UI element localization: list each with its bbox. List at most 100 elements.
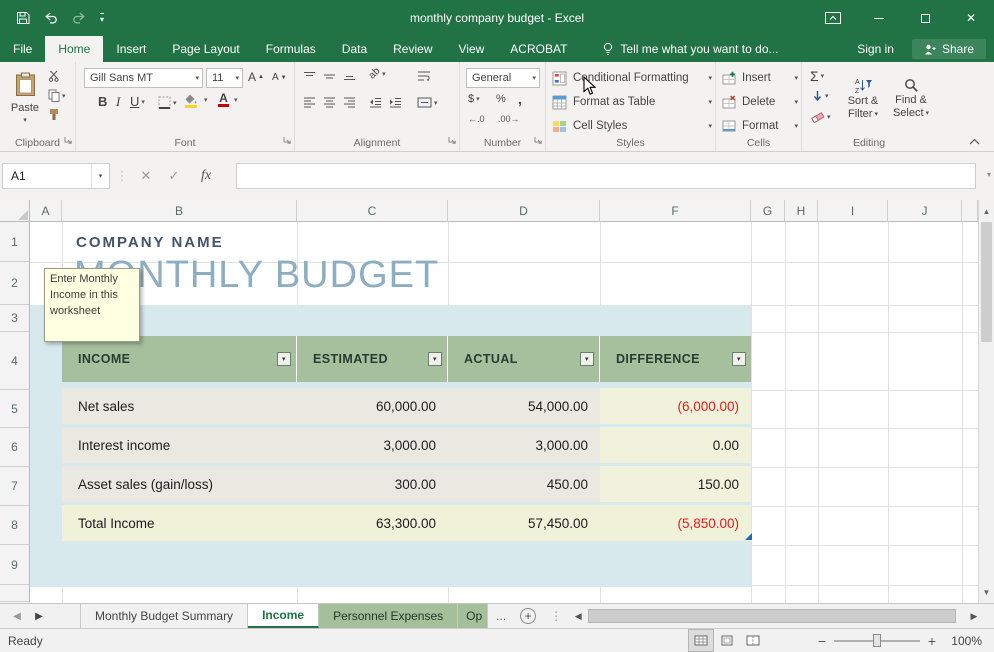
column-header-g[interactable]: G — [751, 200, 785, 222]
cell-difference[interactable]: 0.00 — [600, 427, 751, 463]
increase-decimal-button[interactable]: ←.0 — [468, 114, 485, 124]
cell-estimated[interactable]: 300.00 — [297, 466, 448, 502]
maximize-icon[interactable] — [902, 0, 948, 36]
align-center-button[interactable] — [323, 96, 336, 109]
sheet-tabs-overflow[interactable]: ... — [488, 604, 514, 628]
accounting-format-button[interactable]: $ ▾ — [468, 93, 480, 105]
font-color-button[interactable]: A — [218, 93, 229, 107]
column-header-b[interactable]: B — [62, 200, 297, 222]
name-box-dropdown-icon[interactable]: ▾ — [91, 164, 109, 188]
normal-view-button[interactable] — [688, 629, 714, 652]
merge-center-button[interactable]: ▾ — [417, 96, 438, 109]
orientation-button[interactable]: ab ▾ — [369, 68, 386, 79]
tab-page-layout[interactable]: Page Layout — [159, 36, 252, 62]
cell-actual[interactable]: 3,000.00 — [448, 427, 600, 463]
scroll-up-icon[interactable]: ▲ — [979, 202, 994, 220]
table-header-difference[interactable]: DIFFERENCE ▾ — [600, 336, 751, 382]
cell-row-label[interactable]: Asset sales (gain/loss) — [62, 466, 297, 502]
tab-review[interactable]: Review — [380, 36, 445, 62]
borders-button[interactable]: ▾ — [158, 96, 177, 109]
cell-estimated[interactable]: 60,000.00 — [297, 388, 448, 424]
select-all-corner[interactable] — [0, 200, 30, 222]
clear-button[interactable]: ▾ — [811, 111, 831, 123]
page-break-view-button[interactable] — [740, 629, 766, 652]
enter-button[interactable]: ✓ — [162, 163, 186, 189]
cell-difference[interactable]: 150.00 — [600, 466, 751, 502]
font-size-combo[interactable]: 11 ▾ — [206, 68, 243, 88]
cancel-button[interactable]: ✕ — [134, 163, 158, 189]
sheet-tab-op-truncated[interactable]: Op — [458, 604, 488, 628]
close-icon[interactable]: ✕ — [948, 0, 994, 36]
cell-actual[interactable]: 54,000.00 — [448, 388, 600, 424]
sheet-canvas[interactable]: COMPANY NAME MONTHLY BUDGET Enter Monthl… — [30, 222, 978, 603]
italic-button[interactable]: I — [116, 94, 120, 110]
scroll-left-icon[interactable]: ◀ — [570, 604, 586, 628]
cell-estimated[interactable]: 3,000.00 — [297, 427, 448, 463]
cell-actual[interactable]: 450.00 — [448, 466, 600, 502]
column-header-f[interactable]: F — [600, 200, 751, 222]
insert-cells-button[interactable]: Insert ▾ — [722, 67, 798, 89]
sign-in-link[interactable]: Sign in — [843, 42, 908, 56]
tab-data[interactable]: Data — [329, 36, 380, 62]
column-header-a[interactable]: A — [30, 200, 62, 222]
font-dialog-launcher-icon[interactable] — [282, 135, 292, 148]
increase-indent-button[interactable] — [389, 96, 402, 109]
tell-me-box[interactable]: Tell me what you want to do... — [602, 36, 778, 62]
decrease-decimal-button[interactable]: .00→ — [498, 114, 520, 124]
column-header-c[interactable]: C — [297, 200, 448, 222]
font-color-dropdown-icon[interactable]: ▾ — [234, 96, 238, 104]
table-header-actual[interactable]: ACTUAL ▾ — [448, 336, 600, 382]
percent-style-button[interactable]: % — [496, 93, 506, 105]
column-header-i[interactable]: I — [818, 200, 888, 222]
vertical-scrollbar[interactable]: ▲ ▼ — [978, 200, 994, 603]
insert-function-button[interactable]: fx — [194, 163, 218, 189]
table-header-estimated[interactable]: ESTIMATED ▾ — [297, 336, 448, 382]
filter-button[interactable]: ▾ — [732, 352, 746, 366]
row-header-4[interactable]: 4 — [0, 332, 30, 390]
row-header-2[interactable]: 2 — [0, 262, 30, 305]
fill-button[interactable]: ▾ — [812, 90, 829, 102]
fill-color-button[interactable] — [184, 94, 197, 108]
horizontal-scrollbar[interactable]: ◀ ▶ — [570, 604, 982, 628]
cell-styles-button[interactable]: Cell Styles ▾ — [552, 115, 712, 137]
scroll-right-icon[interactable]: ▶ — [966, 604, 982, 628]
row-header-1[interactable]: 1 — [0, 222, 30, 262]
name-box[interactable]: A1 ▾ — [2, 163, 110, 189]
align-left-button[interactable] — [303, 96, 316, 109]
cell-difference[interactable]: (6,000.00) — [600, 388, 751, 424]
vertical-scroll-thumb[interactable] — [981, 222, 992, 342]
bold-button[interactable]: B — [98, 94, 107, 109]
minimize-icon[interactable] — [856, 0, 902, 36]
middle-align-button[interactable] — [323, 70, 336, 82]
redo-icon[interactable] — [72, 12, 86, 24]
row-header-3[interactable]: 3 — [0, 305, 30, 332]
share-button[interactable]: Share — [912, 39, 986, 59]
row-header-9[interactable]: 9 — [0, 545, 30, 585]
row-header-6[interactable]: 6 — [0, 428, 30, 467]
sort-filter-button[interactable]: AZ Sort & Filter▾ — [840, 66, 886, 130]
company-name-cell[interactable]: COMPANY NAME — [76, 234, 224, 251]
tab-home[interactable]: Home — [45, 36, 103, 62]
comment-note[interactable]: Enter Monthly Income in this worksheet — [44, 268, 140, 342]
expand-formula-bar-icon[interactable]: ▾ — [987, 170, 991, 179]
customize-quick-access-icon[interactable]: ▾ — [100, 13, 104, 24]
tab-insert[interactable]: Insert — [103, 36, 159, 62]
conditional-formatting-button[interactable]: Conditional Formatting ▾ — [552, 67, 712, 89]
cut-button[interactable] — [48, 70, 60, 82]
new-sheet-button[interactable]: + — [520, 608, 536, 624]
copy-button[interactable]: ▾ — [48, 89, 66, 102]
row-header-5[interactable]: 5 — [0, 390, 30, 428]
number-format-combo[interactable]: General ▾ — [466, 68, 540, 88]
cell-difference[interactable]: (5,850.00) — [600, 505, 751, 541]
sheet-tab-personnel-expenses[interactable]: Personnel Expenses — [319, 604, 458, 628]
save-icon[interactable] — [16, 11, 30, 25]
table-resize-handle[interactable] — [745, 533, 752, 540]
font-name-combo[interactable]: Gill Sans MT ▾ — [84, 68, 203, 88]
cell-row-label[interactable]: Interest income — [62, 427, 297, 463]
row-header-8[interactable]: 8 — [0, 506, 30, 545]
tab-formulas[interactable]: Formulas — [253, 36, 329, 62]
next-sheet-icon[interactable]: ▶ — [28, 604, 50, 628]
number-dialog-launcher-icon[interactable] — [533, 135, 543, 148]
filter-button[interactable]: ▾ — [277, 352, 291, 366]
tab-view[interactable]: View — [446, 36, 498, 62]
